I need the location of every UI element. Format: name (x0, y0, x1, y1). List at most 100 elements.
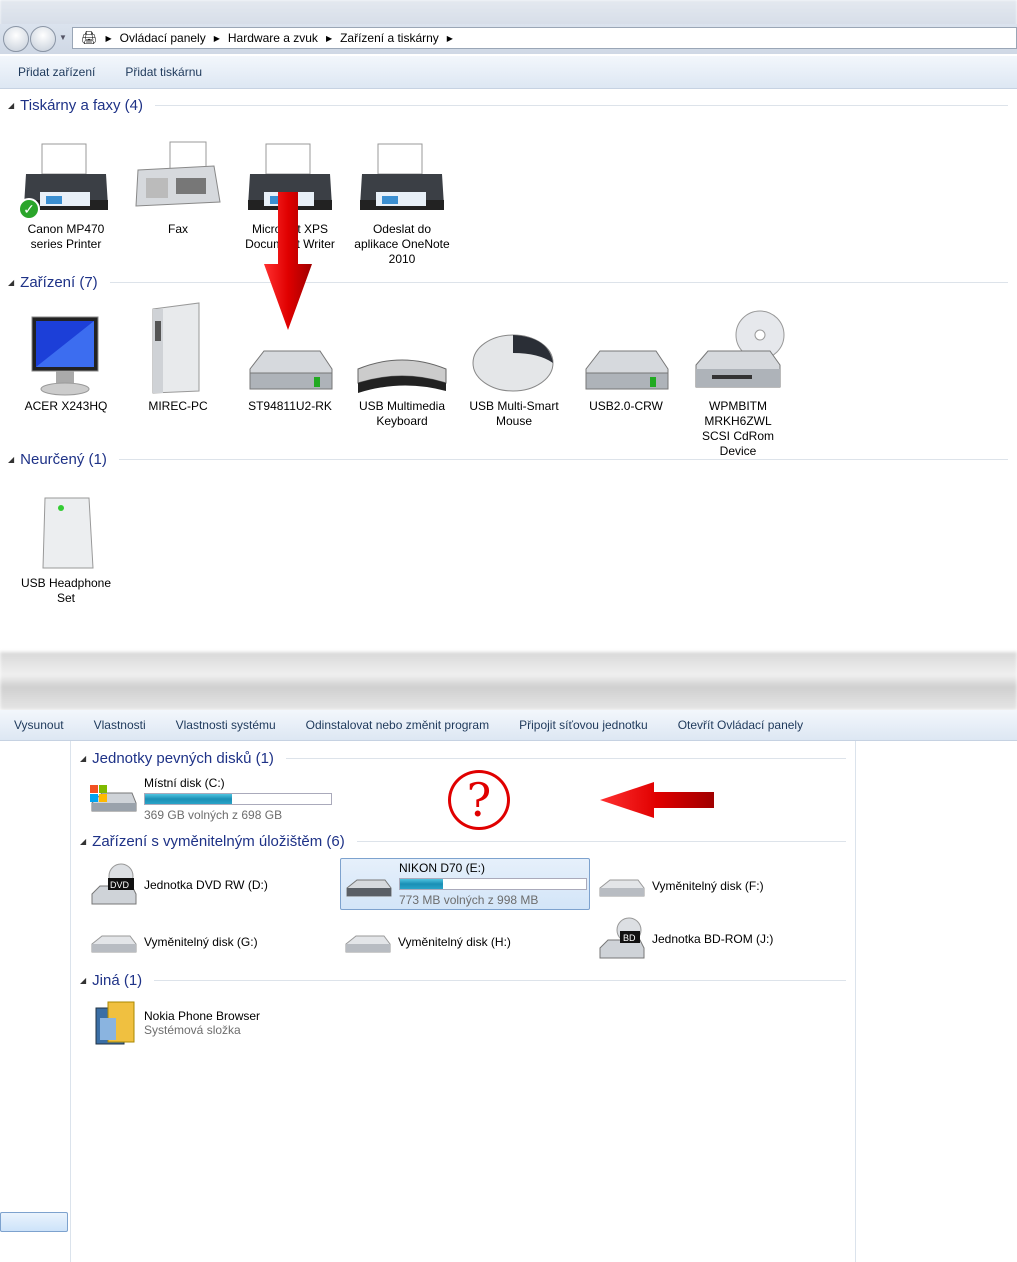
device-item[interactable]: USB Multimedia Keyboard (346, 299, 458, 429)
removable-drive-icon (599, 879, 645, 897)
eject-button[interactable]: Vysunout (14, 718, 64, 732)
removable-drive-icon (91, 935, 137, 953)
drive-name: Vyměnitelný disk (G:) (144, 935, 258, 949)
drive-name: Vyměnitelný disk (H:) (398, 935, 511, 949)
item-name: Nokia Phone Browser (144, 1009, 261, 1023)
device-label: ST94811U2-RK (248, 399, 332, 413)
hard-drive-icon (570, 299, 682, 397)
collapse-icon[interactable]: ◢ (80, 754, 86, 763)
device-item[interactable]: USB Multi-Smart Mouse (458, 299, 570, 429)
divider (109, 282, 1008, 283)
monitor-icon (10, 299, 122, 397)
item-type: Systémová složka (144, 1023, 241, 1037)
nokia-phone-browser-item[interactable]: Nokia Phone Browser Systémová složka (94, 998, 260, 1048)
nav-selected-item[interactable] (0, 1212, 68, 1232)
device-label: Canon MP470 series Printer (27, 222, 105, 251)
drive-item-g[interactable]: Vyměnitelný disk (G:) (88, 924, 258, 960)
phone-browser-folder-icon (95, 1001, 135, 1045)
chevron-right-icon[interactable]: ▶ (106, 34, 112, 43)
group-header-other[interactable]: ◢ Jiná (1) (80, 972, 846, 989)
generic-device-icon (10, 476, 122, 574)
drive-item-d[interactable]: DVD Jednotka DVD RW (D:) (88, 862, 268, 908)
drive-item-e-selected[interactable]: NIKON D70 (E:) 773 MB volných z 998 MB (340, 858, 590, 910)
red-arrow-left-annotation (600, 782, 714, 818)
drive-item-f[interactable]: Vyměnitelný disk (F:) (596, 868, 764, 904)
device-item[interactable]: USB Headphone Set (10, 476, 122, 606)
navigation-bar: ▼ 🖨 ▶ Ovládací panely ▶ Hardware a zvuk … (0, 24, 1017, 54)
group-header-printers[interactable]: ◢ Tiskárny a faxy (4) (8, 97, 1008, 114)
breadcrumb-item[interactable]: Zařízení a tiskárny (340, 31, 439, 45)
navigation-pane (0, 741, 71, 1262)
question-mark-annotation: ? (448, 770, 510, 830)
chevron-right-icon[interactable]: ▶ (447, 34, 453, 43)
uninstall-program-button[interactable]: Odinstalovat nebo změnit program (306, 718, 489, 732)
breadcrumb-item[interactable]: Ovládací panely (120, 31, 206, 45)
device-item[interactable]: WPMBITM MRKH6ZWL SCSI CdRom Device (682, 299, 794, 459)
collapse-icon[interactable]: ◢ (8, 278, 14, 287)
breadcrumb-item[interactable]: Hardware a zvuk (228, 31, 318, 45)
drive-name: Vyměnitelný disk (F:) (652, 879, 764, 893)
device-label: Fax (167, 222, 188, 236)
system-properties-button[interactable]: Vlastnosti systému (176, 718, 276, 732)
chevron-right-icon[interactable]: ▶ (326, 34, 332, 43)
default-check-icon: ✓ (18, 198, 40, 220)
device-label: USB Multimedia Keyboard (358, 399, 446, 428)
collapse-icon[interactable]: ◢ (80, 976, 86, 985)
group-title: Tiskárny a faxy (4) (20, 97, 143, 114)
device-item[interactable]: ACER X243HQ (10, 299, 122, 414)
group-header-hdd[interactable]: ◢ Jednotky pevných disků (1) (80, 750, 846, 767)
device-label: MIREC-PC (148, 399, 208, 413)
chevron-right-icon[interactable]: ▶ (214, 34, 220, 43)
title-bar (0, 0, 1017, 26)
group-header-removable[interactable]: ◢ Zařízení s vyměnitelným úložištěm (6) (80, 833, 846, 850)
svg-text:DVD: DVD (110, 880, 130, 890)
fax-icon (122, 122, 234, 220)
drive-name: NIKON D70 (E:) (399, 861, 486, 875)
group-title: Zařízení s vyměnitelným úložištěm (6) (92, 833, 345, 850)
add-device-button[interactable]: Přidat zařízení (18, 65, 95, 79)
collapse-icon[interactable]: ◢ (8, 455, 14, 464)
collapse-icon[interactable]: ◢ (80, 837, 86, 846)
device-item[interactable]: USB2.0-CRW (570, 299, 682, 414)
device-item[interactable]: ✓ Canon MP470 series Printer (10, 122, 122, 252)
drive-item-c[interactable]: Místní disk (C:) 369 GB volných z 698 GB (88, 776, 332, 822)
command-bar: Vysunout Vlastnosti Vlastnosti systému O… (0, 710, 1017, 741)
device-label: Odeslat do aplikace OneNote 2010 (354, 222, 450, 266)
drive-item-h[interactable]: Vyměnitelný disk (H:) (342, 924, 511, 960)
mouse-icon (458, 299, 570, 397)
command-bar: Přidat zařízení Přidat tiskárnu (0, 56, 1017, 89)
drive-free-space: 773 MB volných z 998 MB (399, 893, 539, 907)
back-button[interactable] (3, 26, 29, 52)
device-item[interactable]: Odeslat do aplikace OneNote 2010 (346, 122, 458, 267)
properties-button[interactable]: Vlastnosti (94, 718, 146, 732)
keyboard-icon (346, 299, 458, 397)
open-control-panel-button[interactable]: Otevřít Ovládací panely (678, 718, 803, 732)
group-header-unspecified[interactable]: ◢ Neurčený (1) (8, 451, 1008, 468)
red-arrow-down-annotation (264, 192, 312, 330)
drive-name: Jednotka BD-ROM (J:) (652, 932, 774, 946)
group-title: Zařízení (7) (20, 274, 98, 291)
details-pane (855, 741, 1017, 1262)
printer-icon: ✓ (10, 122, 122, 220)
forward-button[interactable] (30, 26, 56, 52)
collapse-icon[interactable]: ◢ (8, 101, 14, 110)
group-title: Jiná (1) (92, 972, 143, 989)
divider (285, 758, 846, 759)
drive-item-j[interactable]: BD Jednotka BD-ROM (J:) (596, 916, 773, 962)
svg-text:BD: BD (623, 933, 636, 943)
windows-hard-drive-icon (90, 785, 137, 812)
removable-drive-icon (346, 879, 392, 897)
printer-icon (346, 122, 458, 220)
group-header-devices[interactable]: ◢ Zařízení (7) (8, 274, 1008, 291)
recent-dropdown-icon[interactable]: ▼ (59, 33, 67, 42)
device-item[interactable]: MIREC-PC (122, 299, 234, 414)
map-network-drive-button[interactable]: Připojit síťovou jednotku (519, 718, 648, 732)
device-item[interactable]: Fax (122, 122, 234, 237)
device-label: ACER X243HQ (24, 399, 108, 413)
dvd-drive-icon: DVD (91, 863, 137, 905)
printer-icon: 🖨 (81, 30, 98, 45)
address-bar[interactable]: 🖨 ▶ Ovládací panely ▶ Hardware a zvuk ▶ … (72, 27, 1017, 49)
device-label: USB Headphone Set (20, 576, 112, 605)
background-window (0, 652, 1017, 710)
add-printer-button[interactable]: Přidat tiskárnu (125, 65, 202, 79)
